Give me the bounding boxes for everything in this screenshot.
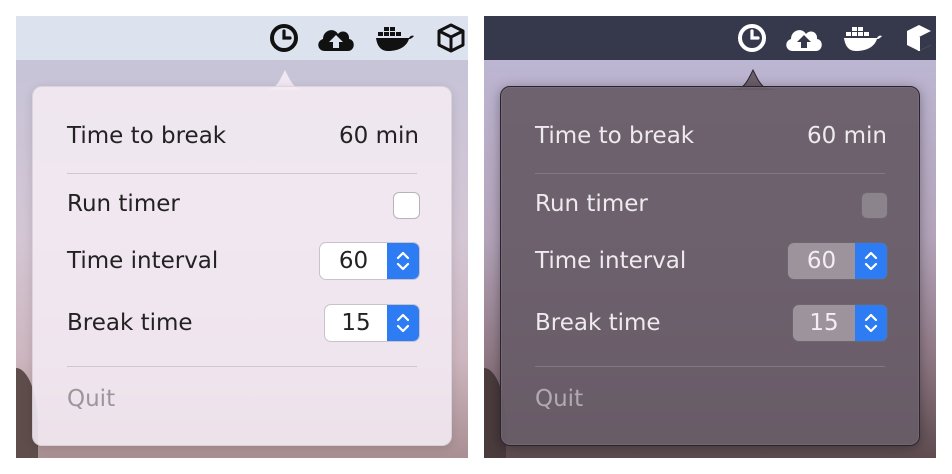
menu-bar: [484, 16, 936, 60]
break-time-value[interactable]: 15: [793, 305, 855, 341]
time-interval-label: Time interval: [67, 248, 219, 274]
stepper-arrows[interactable]: [387, 243, 419, 279]
dark-theme-screenshot: Time to break 60 min Run timer Time inte…: [484, 16, 936, 458]
cloud-upload-icon[interactable]: [782, 16, 826, 60]
docker-icon[interactable]: [842, 16, 884, 60]
box-icon[interactable]: [902, 16, 936, 60]
stepper-arrows[interactable]: [855, 305, 887, 341]
run-timer-checkbox[interactable]: [861, 192, 888, 219]
time-interval-label: Time interval: [535, 248, 687, 274]
separator: [535, 366, 885, 367]
chevron-up-down-icon[interactable]: [395, 248, 411, 274]
break-time-stepper[interactable]: 15: [792, 304, 888, 342]
docker-icon[interactable]: [374, 16, 416, 60]
cloud-upload-icon[interactable]: [314, 16, 358, 60]
light-theme-screenshot: Time to break 60 min Run timer Time inte…: [16, 16, 468, 458]
break-time-value[interactable]: 15: [325, 305, 387, 341]
run-timer-checkbox[interactable]: [393, 192, 420, 219]
time-interval-value[interactable]: 60: [320, 243, 387, 279]
time-to-break-label: Time to break: [67, 123, 227, 149]
timer-popover: Time to break 60 min Run timer Time inte…: [32, 86, 452, 446]
break-time-label: Break time: [67, 310, 193, 336]
break-time-label: Break time: [535, 310, 661, 336]
time-interval-value[interactable]: 60: [788, 243, 855, 279]
quit-menu-item[interactable]: Quit: [535, 384, 583, 414]
clock-icon[interactable]: [732, 16, 772, 60]
time-to-break-label: Time to break: [535, 123, 695, 149]
time-interval-stepper[interactable]: 60: [787, 242, 888, 280]
stepper-arrows[interactable]: [855, 243, 887, 279]
time-interval-stepper[interactable]: 60: [319, 242, 420, 280]
separator: [67, 173, 417, 174]
separator: [535, 173, 885, 174]
stepper-arrows[interactable]: [387, 305, 419, 341]
box-icon[interactable]: [434, 16, 468, 60]
time-to-break-value: 60 min: [807, 123, 887, 149]
run-timer-label: Run timer: [67, 191, 180, 217]
clock-icon[interactable]: [264, 16, 304, 60]
menu-bar: [16, 16, 468, 60]
run-timer-label: Run timer: [535, 191, 648, 217]
chevron-up-down-icon[interactable]: [395, 310, 411, 336]
chevron-up-down-icon[interactable]: [863, 310, 879, 336]
quit-menu-item[interactable]: Quit: [67, 384, 115, 414]
separator: [67, 366, 417, 367]
chevron-up-down-icon[interactable]: [863, 248, 879, 274]
time-to-break-value: 60 min: [339, 123, 419, 149]
break-time-stepper[interactable]: 15: [324, 304, 420, 342]
timer-popover: Time to break 60 min Run timer Time inte…: [500, 86, 920, 446]
